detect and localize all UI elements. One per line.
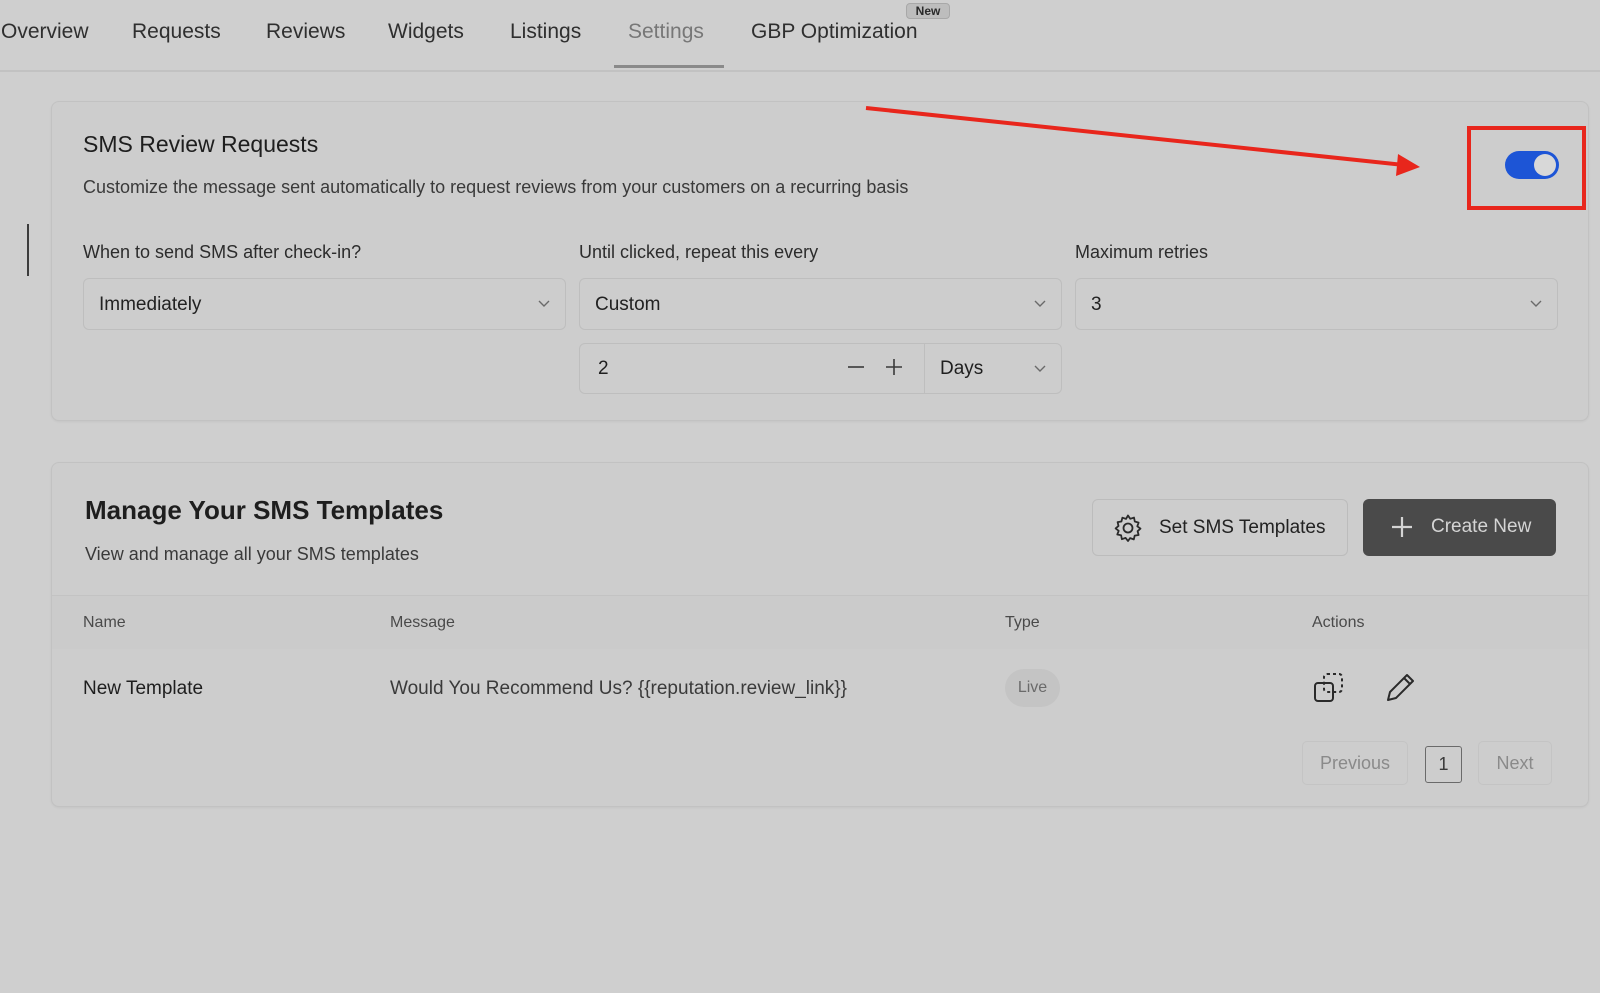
- max-retries-value: 3: [1091, 294, 1102, 315]
- tab-reviews[interactable]: Reviews: [266, 20, 345, 44]
- minus-icon[interactable]: [846, 355, 866, 379]
- repeat-label: Until clicked, repeat this every: [579, 242, 819, 262]
- plus-icon[interactable]: [884, 355, 904, 379]
- pagination-page-1[interactable]: 1: [1425, 746, 1462, 783]
- sms-requests-description: Customize the message sent automatically…: [83, 177, 909, 197]
- repeat-interval-select[interactable]: Custom: [579, 278, 1062, 330]
- sidebar-edge: [27, 224, 29, 276]
- tab-listings[interactable]: Listings: [510, 20, 581, 44]
- when-to-send-label: When to send SMS after check-in?: [83, 242, 362, 262]
- set-sms-templates-button[interactable]: Set SMS Templates: [1092, 499, 1348, 556]
- stepper-divider: [924, 344, 925, 393]
- tab-requests[interactable]: Requests: [132, 20, 221, 44]
- column-header-actions: Actions: [1312, 614, 1365, 631]
- pagination-next-button[interactable]: Next: [1478, 741, 1552, 785]
- tab-gbp-optimization[interactable]: GBP Optimization: [751, 20, 918, 44]
- when-to-send-select[interactable]: Immediately: [83, 278, 566, 330]
- page: Overview Requests Reviews Widgets Listin…: [0, 0, 1600, 993]
- pagination-previous-button[interactable]: Previous: [1302, 741, 1408, 785]
- tab-settings[interactable]: Settings: [628, 20, 704, 44]
- chevron-down-icon: [1034, 365, 1046, 372]
- template-message-cell: Would You Recommend Us? {{reputation.rev…: [390, 678, 847, 699]
- column-header-type: Type: [1005, 614, 1040, 631]
- tab-overview[interactable]: Overview: [1, 20, 89, 44]
- when-to-send-value: Immediately: [99, 294, 202, 315]
- column-header-name: Name: [83, 614, 126, 631]
- repeat-interval-value: Custom: [595, 294, 661, 315]
- max-retries-select[interactable]: 3: [1075, 278, 1558, 330]
- template-name-cell: New Template: [83, 678, 204, 699]
- tab-bar: Overview Requests Reviews Widgets Listin…: [0, 0, 1600, 72]
- max-retries-label: Maximum retries: [1075, 242, 1209, 262]
- sms-requests-title: SMS Review Requests: [83, 131, 319, 157]
- edit-pencil-icon[interactable]: [1383, 671, 1417, 705]
- annotation-highlight-box: [1467, 126, 1586, 210]
- set-sms-templates-label: Set SMS Templates: [1159, 517, 1326, 538]
- templates-description: View and manage all your SMS templates: [85, 544, 419, 564]
- new-badge: New: [906, 3, 950, 19]
- repeat-custom-stepper: 2 Days: [579, 343, 1062, 394]
- chevron-down-icon: [538, 300, 550, 307]
- create-new-button[interactable]: Create New: [1363, 499, 1556, 556]
- status-badge: Live: [1005, 669, 1060, 707]
- column-header-message: Message: [390, 614, 455, 631]
- plus-icon: [1392, 517, 1412, 537]
- create-new-label: Create New: [1431, 516, 1532, 537]
- gear-icon: [1114, 514, 1142, 542]
- templates-title: Manage Your SMS Templates: [85, 495, 444, 525]
- tab-widgets[interactable]: Widgets: [388, 20, 464, 44]
- active-tab-indicator: [614, 65, 724, 68]
- duplicate-icon[interactable]: [1312, 671, 1346, 705]
- chevron-down-icon: [1034, 300, 1046, 307]
- repeat-count-input[interactable]: 2: [598, 358, 609, 380]
- repeat-unit-select[interactable]: Days: [940, 358, 983, 380]
- chevron-down-icon: [1530, 300, 1542, 307]
